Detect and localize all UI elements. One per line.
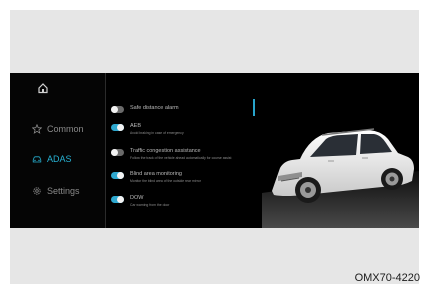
gear-icon — [33, 187, 41, 195]
sidebar-item-adas[interactable]: ADAS — [32, 151, 72, 167]
toggle-switch[interactable] — [111, 172, 124, 179]
sidebar-item-label: Settings — [47, 186, 80, 196]
sidebar-item-settings[interactable]: Settings — [32, 183, 80, 199]
star-icon — [32, 124, 42, 134]
toggle-switch[interactable] — [111, 106, 124, 113]
scrollbar[interactable] — [253, 99, 255, 116]
figure-caption: OMX70-4220 — [354, 272, 420, 284]
toggle-switch[interactable] — [111, 196, 124, 203]
sidebar-item-common[interactable]: Common — [32, 121, 84, 137]
infotainment-screen: Common ADAS Settings Safe distance alarm… — [10, 73, 419, 228]
toggle-switch[interactable] — [111, 149, 124, 156]
sidebar-item-label: ADAS — [47, 154, 72, 164]
setting-description: Car warning from the door — [130, 203, 170, 207]
home-icon[interactable] — [37, 82, 49, 94]
setting-description: Avoid braking in case of emergency — [130, 131, 184, 135]
setting-description: Follow the track of the vehicle ahead au… — [130, 156, 232, 160]
settings-list: Safe distance alarm AEB Avoid braking in… — [105, 73, 255, 228]
setting-title: DOW — [130, 195, 144, 201]
setting-title: Blind area monitoring — [130, 171, 182, 177]
sidebar-item-label: Common — [47, 124, 84, 134]
car-icon — [32, 156, 42, 163]
setting-description: Monitor the blind area of the outside re… — [130, 179, 201, 183]
setting-title: Safe distance alarm — [130, 105, 179, 111]
sidebar: Common ADAS Settings — [10, 73, 106, 228]
vehicle-image — [262, 73, 419, 228]
toggle-switch[interactable] — [111, 124, 124, 131]
setting-title: Traffic congestion assistance — [130, 148, 201, 154]
setting-title: AEB — [130, 123, 142, 129]
